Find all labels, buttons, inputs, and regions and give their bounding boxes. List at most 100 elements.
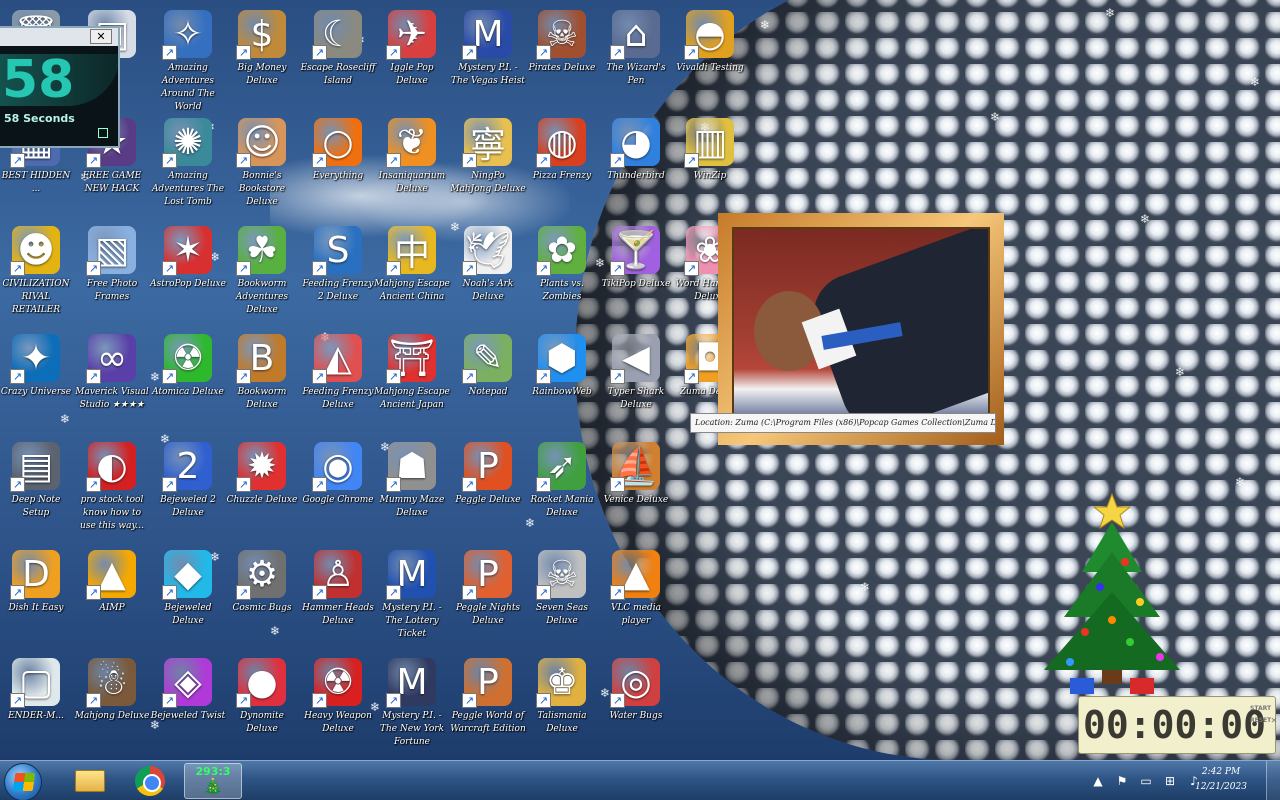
desktop-icon-vivaldi[interactable]: ◓ ↗ Vivaldi Testing <box>672 6 748 114</box>
shortcut-arrow-icon: ↗ <box>462 369 477 384</box>
desktop-icon-insaniquarium[interactable]: ❦ ↗ Insaniquarium Deluxe <box>374 114 450 222</box>
desktop-icon-peggle-nights[interactable]: P ↗ Peggle Nights Deluxe <box>450 546 526 654</box>
desktop-icon-label: Vivaldi Testing <box>676 63 744 73</box>
network-icon[interactable]: ⊞ <box>1162 774 1178 788</box>
desktop-icon-label: Seven Seas Deluxe <box>535 603 589 626</box>
desktop-icon-pizza-frenzy[interactable]: ◍ ↗ Pizza Frenzy <box>524 114 600 222</box>
desktop-icon-rocket-mania-ico[interactable]: ➶ ↗ Rocket Mania Deluxe <box>524 438 600 546</box>
desktop-icon-dish-it[interactable]: D ↗ Dish It Easy <box>0 546 74 654</box>
desktop-icon-star-seed[interactable]: ☠ ↗ Seven Seas Deluxe <box>524 546 600 654</box>
desktop-icon-mahjong-wizard[interactable]: ☃ ↗ Mahjong Deluxe <box>74 654 150 762</box>
start-button[interactable]: START <box>1250 703 1272 715</box>
clock-time: 2:42 PM <box>1201 767 1241 777</box>
desktop-icon-noahs-ark[interactable]: 🕊 ↗ Noah's Ark Deluxe <box>450 222 526 330</box>
show-desktop-button[interactable] <box>1266 761 1280 800</box>
desktop-icon-winzip[interactable]: ▥ ↗ WinZip <box>672 114 748 222</box>
desktop-icon-mahjong-escape-1[interactable]: 中 ↗ Mahjong Escape Ancient China <box>374 222 450 330</box>
desktop-icon-plants-zombies[interactable]: ✿ ↗ Plants vs. Zombies <box>524 222 600 330</box>
desktop-icon-vlc[interactable]: ▲ ↗ VLC media player <box>598 546 674 654</box>
desktop-icon-feeding-frenzy-2[interactable]: ◭ ↗ Feeding Frenzy Deluxe <box>300 330 376 438</box>
start-button[interactable] <box>4 763 42 800</box>
desktop-icon-peggle-world[interactable]: P ↗ Peggle World of Warcraft Edition <box>450 654 526 762</box>
desktop-icon-escape-rosecliff[interactable]: ☾ ↗ Escape Rosecliff Island <box>300 6 376 114</box>
desktop-icon-big-money[interactable]: $ ↗ Big Money Deluxe <box>224 6 300 114</box>
desktop-icon-everything[interactable]: ○ ↗ Everything <box>300 114 376 222</box>
desktop-icon-pirates[interactable]: ☠ ↗ Pirates Deluxe <box>524 6 600 114</box>
deep-note-icon: ▤ ↗ <box>10 442 60 492</box>
desktop-icon-typer-shark[interactable]: ◀ ↗ Typer Shark Deluxe <box>598 330 674 438</box>
desktop-icon-hammer-heads[interactable]: ♙ ↗ Hammer Heads Deluxe <box>300 546 376 654</box>
taskbar-chrome[interactable] <box>122 763 178 799</box>
close-icon[interactable]: ✕ <box>90 29 112 44</box>
desktop-icon-label: VLC media player <box>610 603 662 626</box>
action-center-icon[interactable]: ⚑ <box>1114 774 1130 788</box>
desktop-icon-chuzzle[interactable]: ✹ ↗ Chuzzle Deluxe <box>224 438 300 546</box>
hammer-heads-icon: ♙ ↗ <box>312 550 362 600</box>
taskbar-explorer[interactable] <box>62 763 118 799</box>
timer-checkbox[interactable] <box>98 128 108 138</box>
taskbar-timer-app[interactable]: 293:3 🎄 <box>184 763 242 799</box>
desktop-icon-bejeweled[interactable]: ◆ ↗ Bejeweled Deluxe <box>150 546 226 654</box>
shortcut-arrow-icon: ↗ <box>462 585 477 600</box>
countdown-clock[interactable]: 00:00:00 ✕ START RESET <box>1078 696 1277 754</box>
desktop-icon-deep-note[interactable]: ▤ ↗ Deep Note Setup <box>0 438 74 546</box>
desktop-icon-bejeweled-twist[interactable]: ◈ ↗ Bejeweled Twist <box>150 654 226 762</box>
dynomite-icon: ● ↗ <box>236 658 286 708</box>
desktop-icon-bookworm[interactable]: B ↗ Bookworm Deluxe <box>224 330 300 438</box>
desktop-icon-astropop[interactable]: ✶ ↗ AstroPop Deluxe <box>150 222 226 330</box>
desktop-icon-dynomite[interactable]: ● ↗ Dynomite Deluxe <box>224 654 300 762</box>
feeding-frenzy-icon: S ↗ <box>312 226 362 276</box>
desktop-icon-tiki-pop[interactable]: 🍸 ↗ TikiPop Deluxe <box>598 222 674 330</box>
thunderbird-icon: ◕ ↗ <box>610 118 660 168</box>
shortcut-arrow-icon: ↗ <box>162 693 177 708</box>
timer-titlebar[interactable]: ✕ <box>0 28 118 46</box>
escape-rosecliff-icon: ☾ ↗ <box>312 10 362 60</box>
desktop-icon-google-chrome[interactable]: ◉ ↗ Google Chrome <box>300 438 376 546</box>
desktop-icon-ender[interactable]: ▢ ↗ ENDER-M... <box>0 654 74 762</box>
desktop-icon-notepad[interactable]: ✎ ↗ Notepad <box>450 330 526 438</box>
timer-caption: 58 Seconds <box>4 112 75 125</box>
desktop-icon-maverick[interactable]: ∞ ↗ Maverick Visual Studio ★★★★ <box>74 330 150 438</box>
desktop-icon-free-photo[interactable]: ▧ ↗ Free Photo Frames <box>74 222 150 330</box>
christmas-tree-gadget[interactable] <box>1030 492 1210 697</box>
shortcut-arrow-icon: ↗ <box>162 585 177 600</box>
desktop-icon-cosmic-bugs[interactable]: ⚙ ↗ Cosmic Bugs <box>224 546 300 654</box>
reset-button[interactable]: RESET <box>1250 715 1272 727</box>
desktop-icon-amazing-2[interactable]: ✺ ↗ Amazing Adventures The Lost Tomb <box>150 114 226 222</box>
desktop-icon-heavy-weapon[interactable]: ☢ ↗ Heavy Weapon Deluxe <box>300 654 376 762</box>
seconds-timer-widget[interactable]: ✕ 58 58 Seconds <box>0 26 120 148</box>
desktop-icon-rainbow-web[interactable]: ⬢ ↗ RainbowWeb <box>524 330 600 438</box>
desktop-icon-civilization[interactable]: ☻ ↗ CIVILIZATION RIVAL RETAILER <box>0 222 74 330</box>
desktop-icon-talismania[interactable]: ♚ ↗ Talismania Deluxe <box>524 654 600 762</box>
desktop-icon-feeding-frenzy[interactable]: S ↗ Feeding Frenzy 2 Deluxe <box>300 222 376 330</box>
desktop-icon-the-wizards-pen[interactable]: ⌂ ↗ The Wizard's Pen <box>598 6 674 114</box>
desktop-icon-pro-stock[interactable]: ◐ ↗ pro stock tool know how to use this wa… <box>74 438 150 546</box>
desktop-icon-water-bugs[interactable]: ◎ ↗ Water Bugs <box>598 654 674 762</box>
desktop-icon-bookworm-adv[interactable]: ☘ ↗ Bookworm Adventures Deluxe <box>224 222 300 330</box>
desktop-icon-thunderbird[interactable]: ◕ ↗ Thunderbird <box>598 114 674 222</box>
shortcut-arrow-icon: ↗ <box>236 693 251 708</box>
desktop-icon-aimp[interactable]: ▲ ↗ AIMP <box>74 546 150 654</box>
desktop-icon-mystery-pi-vegas[interactable]: M ↗ Mystery P.I. - The Vegas Heist <box>450 6 526 114</box>
desktop-icon-crazy-universe[interactable]: ✦ ↗ Crazy Universe <box>0 330 74 438</box>
chevron-up-icon[interactable]: ▲ <box>1090 774 1106 788</box>
desktop-icon-bejeweled-2[interactable]: 2 ↗ Bejeweled 2 Deluxe <box>150 438 226 546</box>
desktop-icon-mystery-pi-lottery[interactable]: M ↗ Mystery P.I. - The Lottery Ticket <box>374 546 450 654</box>
desktop-icon-mahjong-escape-2[interactable]: ⛩ ↗ Mahjong Escape Ancient Japan <box>374 330 450 438</box>
clock[interactable]: 2:42 PM 12/21/2023 <box>1186 765 1256 795</box>
display-icon[interactable]: ▭ <box>1138 774 1154 788</box>
photo-frame-gadget[interactable] <box>718 213 1004 445</box>
snowflake: ❄ <box>1140 212 1151 226</box>
desktop-icon-bonnie[interactable]: ☺ ↗ Bonnie's Bookstore Deluxe <box>224 114 300 222</box>
desktop-icon-ningpo[interactable]: 寧 ↗ NingPo MahJong Deluxe <box>450 114 526 222</box>
desktop-icon-peggle[interactable]: P ↗ Peggle Deluxe <box>450 438 526 546</box>
desktop-icon-venice[interactable]: ⛵ ↗ Venice Deluxe <box>598 438 674 546</box>
desktop-icon-mystery-pi-ny[interactable]: M ↗ Mystery P.I. - The New York Fortune <box>374 654 450 762</box>
desktop-icon-mummy-maze[interactable]: ☗ ↗ Mummy Maze Deluxe <box>374 438 450 546</box>
desktop-icon-atomica[interactable]: ☢ ↗ Atomica Deluxe <box>150 330 226 438</box>
desktop-icon-iggle-pop[interactable]: ✈ ↗ Iggle Pop Deluxe <box>374 6 450 114</box>
desktop-icon-label: Hammer Heads Deluxe <box>302 603 374 626</box>
pizza-frenzy-icon: ◍ ↗ <box>536 118 586 168</box>
desktop-icon-amazing-1[interactable]: ✧ ↗ Amazing Adventures Around The World <box>150 6 226 114</box>
desktop-icon-label: Bookworm Deluxe <box>237 387 287 410</box>
